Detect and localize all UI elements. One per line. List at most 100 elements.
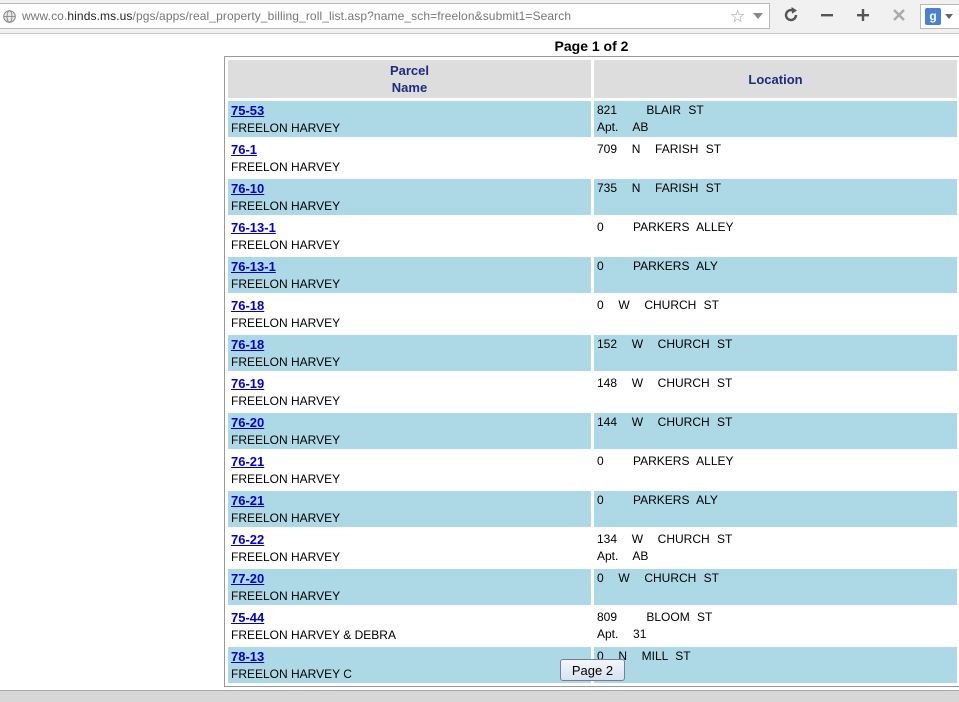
table-row: 76-13-1 FREELON HARVEY 0 PARKERS ALLEY [228, 218, 957, 254]
location-cell: 821 BLAIR ST Apt. AB [594, 101, 957, 137]
parcel-cell: 76-21 FREELON HARVEY [228, 452, 591, 488]
location-cell: 152 W CHURCH ST [594, 335, 957, 371]
owner-name: FREELON HARVEY [231, 355, 341, 369]
parcel-link[interactable]: 77-20 [231, 571, 264, 586]
table-header-row: Parcel Name Location [228, 60, 957, 98]
parcel-cell: 76-18 FREELON HARVEY [228, 296, 591, 332]
table-row: 76-21 FREELON HARVEY 0 PARKERS ALLEY [228, 452, 957, 488]
location-address: 0 PARKERS ALLEY [597, 454, 734, 468]
address-bar[interactable]: www.co.hinds.ms.us/pgs/apps/real_propert… [0, 3, 770, 29]
location-apt: Apt. 31 [597, 627, 647, 641]
parcel-cell: 77-20 FREELON HARVEY [228, 569, 591, 605]
close-icon[interactable] [889, 5, 909, 25]
parcel-link[interactable]: 76-13-1 [231, 220, 276, 235]
parcel-link[interactable]: 76-18 [231, 337, 264, 352]
parcel-link[interactable]: 76-19 [231, 376, 264, 391]
browser-toolbar: www.co.hinds.ms.us/pgs/apps/real_propert… [0, 0, 959, 34]
location-apt: Apt. AB [597, 120, 649, 134]
google-search-icon[interactable]: g [925, 8, 941, 25]
owner-name: FREELON HARVEY [231, 121, 341, 135]
table-row: 75-44 FREELON HARVEY & DEBRA 809 BLOOM ST A… [228, 608, 957, 644]
owner-name: FREELON HARVEY [231, 316, 341, 330]
location-cell: 0 PARKERS ALY [594, 257, 957, 293]
table-row: 76-21 FREELON HARVEY 0 PARKERS ALY [228, 491, 957, 527]
location-cell: 144 W CHURCH ST [594, 413, 957, 449]
location-address: 0 W CHURCH ST [597, 571, 719, 585]
owner-name: FREELON HARVEY [231, 394, 341, 408]
reload-icon[interactable] [781, 5, 801, 25]
location-address: 0 PARKERS ALLEY [597, 220, 734, 234]
table-row: 76-18 FREELON HARVEY 152 W CHURCH ST [228, 335, 957, 371]
location-address: 134 W CHURCH ST [597, 532, 733, 546]
owner-name: FREELON HARVEY & DEBRA [231, 628, 396, 642]
status-bar [0, 690, 959, 702]
parcel-cell: 76-19 FREELON HARVEY [228, 374, 591, 410]
parcel-link[interactable]: 76-13-1 [231, 259, 276, 274]
owner-name: FREELON HARVEY [231, 199, 341, 213]
table-row: 76-20 FREELON HARVEY 144 W CHURCH ST [228, 413, 957, 449]
url-dropdown-icon[interactable] [753, 13, 763, 19]
location-cell: 148 W CHURCH ST [594, 374, 957, 410]
parcel-link[interactable]: 76-20 [231, 415, 264, 430]
location-address: 152 W CHURCH ST [597, 337, 733, 351]
parcel-cell: 76-20 FREELON HARVEY [228, 413, 591, 449]
globe-icon [3, 10, 16, 23]
parcel-cell: 76-21 FREELON HARVEY [228, 491, 591, 527]
location-cell: 134 W CHURCH ST Apt. AB [594, 530, 957, 566]
add-icon[interactable] [853, 5, 873, 25]
location-cell: 0 PARKERS ALY [594, 491, 957, 527]
table-row: 76-18 FREELON HARVEY 0 W CHURCH ST [228, 296, 957, 332]
owner-name: FREELON HARVEY [231, 160, 341, 174]
location-address: 735 N FARISH ST [597, 181, 722, 195]
parcel-cell: 75-44 FREELON HARVEY & DEBRA [228, 608, 591, 644]
owner-name: FREELON HARVEY [231, 511, 341, 525]
page-indicator: Page 1 of 2 [554, 38, 629, 54]
billing-roll-table: Parcel Name Location 75-53 FREELON HARVEY… [224, 56, 959, 687]
parcel-cell: 76-18 FREELON HARVEY [228, 335, 591, 371]
location-cell: 809 BLOOM ST Apt. 31 [594, 608, 957, 644]
location-address: 809 BLOOM ST [597, 610, 713, 624]
location-cell: 735 N FARISH ST [594, 179, 957, 215]
owner-name: FREELON HARVEY [231, 472, 341, 486]
parcel-link[interactable]: 76-21 [231, 454, 264, 469]
location-header: Location [594, 60, 957, 98]
owner-name: FREELON HARVEY C [231, 667, 352, 681]
parcel-link[interactable]: 76-10 [231, 181, 264, 196]
table-row: 77-20 FREELON HARVEY 0 W CHURCH ST [228, 569, 957, 605]
parcel-cell: 78-13 FREELON HARVEY C [228, 647, 591, 683]
minimize-icon[interactable] [817, 5, 837, 25]
chevron-down-icon[interactable] [945, 14, 953, 19]
parcel-link[interactable]: 76-21 [231, 493, 264, 508]
location-address: 821 BLAIR ST [597, 103, 704, 117]
next-page-button[interactable]: Page 2 [560, 659, 625, 681]
parcel-cell: 75-53 FREELON HARVEY [228, 101, 591, 137]
location-apt: Apt. AB [597, 549, 649, 563]
parcel-cell: 76-13-1 FREELON HARVEY [228, 257, 591, 293]
table-row: 76-13-1 FREELON HARVEY 0 PARKERS ALY [228, 257, 957, 293]
location-cell: 709 N FARISH ST [594, 140, 957, 176]
location-address: 0 PARKERS ALY [597, 259, 718, 273]
parcel-link[interactable]: 76-18 [231, 298, 264, 313]
url-text[interactable]: www.co.hinds.ms.us/pgs/apps/real_propert… [22, 9, 571, 23]
parcel-cell: 76-22 FREELON HARVEY [228, 530, 591, 566]
table-row: 76-19 FREELON HARVEY 148 W CHURCH ST [228, 374, 957, 410]
location-cell: 0 W CHURCH ST [594, 296, 957, 332]
location-address: 709 N FARISH ST [597, 142, 722, 156]
owner-name: FREELON HARVEY [231, 433, 341, 447]
owner-name: FREELON HARVEY [231, 589, 341, 603]
owner-name: FREELON HARVEY [231, 238, 341, 252]
parcel-link[interactable]: 75-44 [231, 610, 264, 625]
search-engine-box[interactable]: g [920, 4, 959, 29]
table-row: 76-22 FREELON HARVEY 134 W CHURCH ST Apt. A… [228, 530, 957, 566]
parcel-name-header: Parcel Name [228, 60, 591, 98]
owner-name: FREELON HARVEY [231, 550, 341, 564]
parcel-link[interactable]: 75-53 [231, 103, 264, 118]
parcel-link[interactable]: 76-22 [231, 532, 264, 547]
location-address: 0 W CHURCH ST [597, 298, 719, 312]
parcel-link[interactable]: 78-13 [231, 649, 264, 664]
location-cell: 0 PARKERS ALLEY [594, 452, 957, 488]
parcel-link[interactable]: 76-1 [231, 142, 257, 157]
parcel-cell: 76-13-1 FREELON HARVEY [228, 218, 591, 254]
parcel-cell: 76-10 FREELON HARVEY [228, 179, 591, 215]
bookmark-star-icon[interactable]: ☆ [730, 7, 745, 27]
